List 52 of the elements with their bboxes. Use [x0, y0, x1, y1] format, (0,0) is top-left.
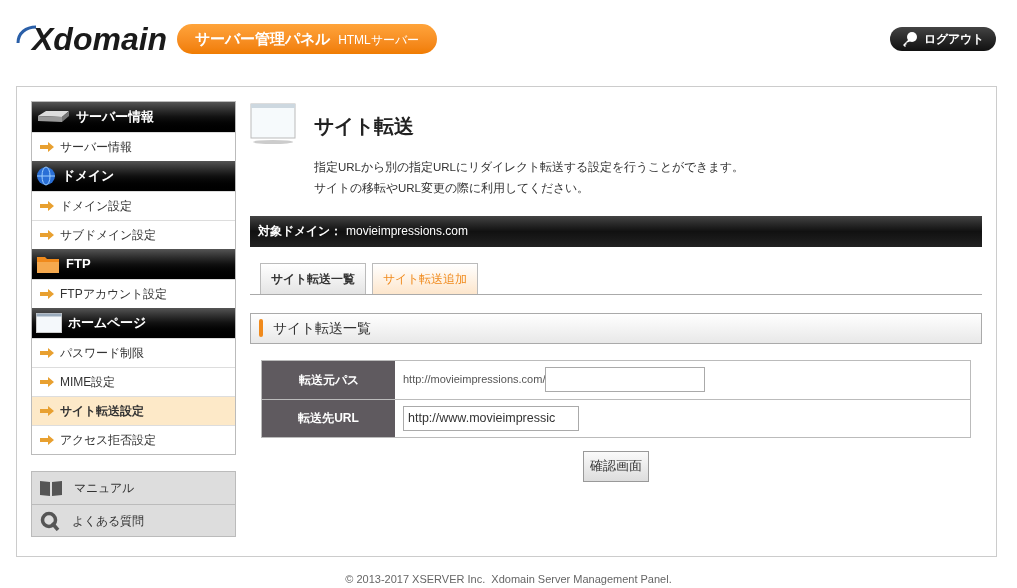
url-input[interactable]: http://www.movieimpressic: [403, 405, 579, 431]
arrow-icon: [40, 289, 54, 299]
sidebar-item[interactable]: サイト転送設定: [32, 396, 235, 425]
arrow-icon: [40, 406, 54, 416]
domain-label: 対象ドメイン：: [258, 223, 342, 240]
arrow-icon: [40, 435, 54, 445]
sidebar-item-label: ドメイン設定: [60, 198, 132, 215]
section-title: FTP: [66, 255, 91, 274]
confirm-button[interactable]: 確認画面: [583, 450, 649, 482]
section-title: サーバー情報: [76, 108, 154, 127]
section-heading: サイト転送一覧: [273, 318, 371, 338]
badge-subtitle: HTMLサーバー: [338, 31, 419, 49]
form-label: 転送先URL: [262, 399, 395, 437]
domain-value: movieimpressions.com: [346, 223, 469, 240]
help-link[interactable]: よくある質問: [32, 504, 235, 536]
sidebar-item-label: サイト転送設定: [60, 403, 144, 420]
logo[interactable]: Xdomain: [32, 23, 168, 55]
heading-marker: [259, 319, 263, 337]
book-icon: [40, 480, 62, 496]
arrow-icon: [40, 142, 54, 152]
description-text: サイトの移転やURL変更の際に利用してください。: [314, 181, 590, 197]
folder-icon: [36, 254, 60, 274]
badge-title: サーバー管理パネル: [195, 28, 331, 49]
help-link-label: よくある質問: [72, 512, 144, 530]
help-link[interactable]: マニュアル: [32, 472, 235, 504]
window-icon: [250, 103, 298, 145]
sidebar-item-label: アクセス拒否設定: [60, 432, 156, 449]
server-icon: [36, 110, 70, 124]
description-text: 指定URLから別の指定URLにリダイレクト転送する設定を行うことができます。: [314, 160, 744, 175]
sidebar-item-label: パスワード制限: [60, 345, 144, 362]
key-icon: [902, 31, 918, 47]
page-title: サイト転送: [314, 114, 415, 139]
sidebar-item-label: FTPアカウント設定: [60, 286, 167, 303]
arrow-icon: [40, 201, 54, 211]
tab[interactable]: サイト転送一覧: [260, 262, 366, 294]
arrow-icon: [40, 348, 54, 358]
sidebar-item-label: サーバー情報: [60, 139, 132, 156]
help-link-label: マニュアル: [74, 480, 134, 497]
sidebar-item-label: MIME設定: [60, 374, 116, 391]
section-title: ドメイン: [62, 167, 114, 186]
logout-button[interactable]: ログアウト: [890, 27, 996, 51]
section-title: ホームページ: [68, 314, 146, 333]
arrow-icon: [40, 230, 54, 240]
arrow-icon: [40, 377, 54, 387]
window-icon: [36, 313, 62, 333]
sidebar-item-label: サブドメイン設定: [60, 227, 156, 244]
path-prefix: http://movieimpressions.com/: [403, 372, 546, 388]
question-icon: [40, 510, 60, 531]
footer-text: © 2013-2017 XSERVER Inc. Xdomain Server Management Panel.: [345, 571, 672, 587]
path-input[interactable]: [545, 367, 706, 392]
form-label: 転送元パス: [262, 360, 395, 399]
globe-icon: [36, 166, 56, 186]
